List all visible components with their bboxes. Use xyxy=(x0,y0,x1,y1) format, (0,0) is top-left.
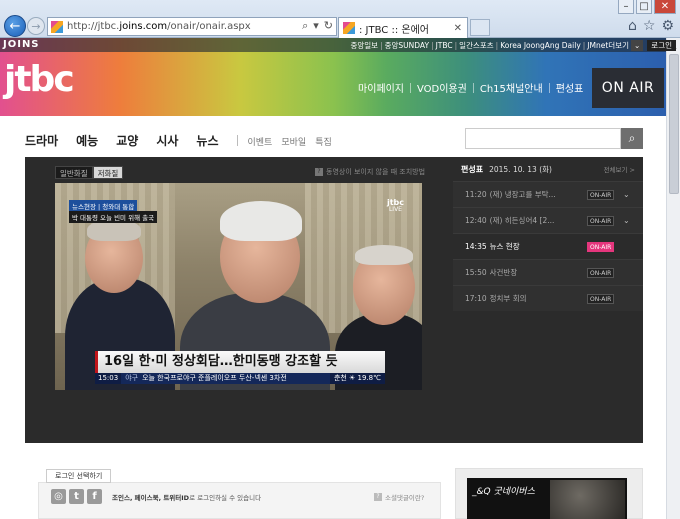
cat-culture[interactable]: 교양 xyxy=(116,132,138,149)
news-subtitle: 박 대통령 오늘 빈미 위해 출국 xyxy=(69,211,158,223)
onair-badge[interactable]: ON-AIR xyxy=(587,216,615,226)
nav-vod[interactable]: VOD이용권 xyxy=(417,80,467,95)
ad-image xyxy=(550,480,625,519)
quality-tabs: 일반화질 저화질 xyxy=(55,166,124,179)
back-arrow-icon[interactable]: ← xyxy=(4,15,26,37)
schedule-header: 편성표 2015. 10. 13 (화) 전체보기 > xyxy=(453,157,643,181)
ticker-category: 야구 xyxy=(125,374,139,382)
schedule-item-current[interactable]: 14:35 뉴스 현장 ON-AIR xyxy=(453,233,643,259)
social-comment-help[interactable]: ? 소셜댓글이란? xyxy=(374,492,424,502)
facebook-icon[interactable]: f xyxy=(87,489,102,504)
schedule-view-all[interactable]: 전체보기 > xyxy=(604,164,635,174)
favicon-icon xyxy=(51,20,63,33)
cat-drama[interactable]: 드라마 xyxy=(25,132,58,149)
video-player[interactable]: jtbc LIVE 뉴스현장 | 청와대 통합 박 대통령 오늘 빈미 위해 출국… xyxy=(55,183,422,390)
onair-badge[interactable]: ON-AIR xyxy=(587,294,615,304)
video-help-link[interactable]: ? 동영상이 보이지 않을 때 조치방법 xyxy=(315,167,425,177)
chevron-down-icon[interactable]: ⌄ xyxy=(623,190,630,199)
help-icon: ? xyxy=(315,168,323,176)
home-icon[interactable]: ⌂ xyxy=(628,18,637,34)
search-button[interactable]: ⌕ xyxy=(621,128,643,149)
minimize-icon[interactable]: – xyxy=(618,0,634,14)
search-icon[interactable]: ⌕ xyxy=(302,19,308,33)
joins-icon[interactable]: ◎ xyxy=(51,489,66,504)
tab-title: : JTBC :: 온에어 xyxy=(359,24,429,36)
news-ticker: 15:03 야구 오늘 한국프로야구 준플레이오프 두산-넥센 3차전 춘천 ☀… xyxy=(95,373,385,384)
login-button[interactable]: 로그인 xyxy=(647,39,676,51)
news-caption: 16일 한·미 정상회담…한미동맹 강조할 듯 xyxy=(95,351,385,373)
sns-login-buttons: ◎ t f xyxy=(51,489,102,504)
toplink-joongang[interactable]: 중앙일보 xyxy=(350,40,378,51)
ticker-weather: 춘천 ☀ 19.8℃ xyxy=(329,373,385,384)
person-middle-hair xyxy=(220,201,302,241)
schedule-item[interactable]: 17:10 정치부 회의 ON-AIR xyxy=(453,285,643,311)
star-icon[interactable]: ☆ xyxy=(643,18,656,34)
nav-divider xyxy=(236,135,238,146)
scroll-thumb[interactable] xyxy=(669,54,679,194)
ad-text: _&Q 굿네이버스 xyxy=(472,487,535,497)
browser-chrome: – □ ✕ ← → http://jtbc.joins.com/onair/on… xyxy=(0,0,680,38)
onair-live-badge[interactable]: ON-AIR xyxy=(587,242,615,252)
sns-login-text: 조인스, 페이스북, 트위터ID로 로그인하실 수 있습니다 xyxy=(112,494,262,502)
window-controls: – □ ✕ xyxy=(618,0,676,14)
cat-event[interactable]: 이벤트 xyxy=(248,135,273,148)
jtbc-watermark: jtbc LIVE xyxy=(386,198,404,213)
url-text: http://jtbc.joins.com/onair/onair.aspx xyxy=(67,21,251,32)
schedule-item[interactable]: 15:50 사건반장 ON-AIR xyxy=(453,259,643,285)
person-right-hair xyxy=(355,245,413,265)
chevron-down-icon[interactable]: ⌄ xyxy=(631,39,644,51)
family-site-links: 중앙일보 | 중앙SUNDAY | JTBC | 일간스포츠 | Korea Joong… xyxy=(350,38,676,52)
nav-channel[interactable]: Ch15채널안내 xyxy=(480,80,543,95)
refresh-icon[interactable]: ↻ xyxy=(324,19,333,33)
browser-tab[interactable]: : JTBC :: 온에어 ✕ xyxy=(338,17,468,38)
cat-variety[interactable]: 예능 xyxy=(76,132,98,149)
address-bar[interactable]: http://jtbc.joins.com/onair/onair.aspx ⌕… xyxy=(47,17,337,36)
help-icon: ? xyxy=(374,493,382,501)
joins-logo[interactable]: JOINS xyxy=(3,38,40,52)
maximize-icon[interactable]: □ xyxy=(636,0,652,14)
onair-badge[interactable]: ON-AIR xyxy=(587,268,615,278)
category-nav: 드라마 예능 교양 시사 뉴스 이벤트 모바일 특집 xyxy=(25,132,341,149)
toplink-ilgan[interactable]: 일간스포츠 xyxy=(459,40,494,51)
schedule-date: 2015. 10. 13 (화) xyxy=(489,164,552,174)
main-nav: 마이페이지 VOD이용권 Ch15채널안내 편성표 xyxy=(358,80,583,95)
ticker-text: 오늘 한국프로야구 준플레이오프 두산-넥센 3차전 xyxy=(142,374,287,382)
gear-icon[interactable]: ⚙ xyxy=(661,18,674,34)
ticker-time: 15:03 xyxy=(95,373,122,384)
toplink-jmnet[interactable]: JMnet더보기 xyxy=(587,40,629,51)
toplink-jtbc[interactable]: JTBC xyxy=(436,41,453,50)
onair-button[interactable]: ON AIR xyxy=(592,68,664,108)
dropdown-icon[interactable]: ▾ xyxy=(313,19,319,33)
search-input[interactable] xyxy=(465,128,621,149)
schedule-item[interactable]: 11:20 (재) 냉장고를 부탁... ON-AIR ⌄ xyxy=(453,181,643,207)
toplink-sunday[interactable]: 중앙SUNDAY xyxy=(385,40,429,51)
login-tooltip: 로그인 선택하기 xyxy=(46,469,112,483)
twitter-icon[interactable]: t xyxy=(69,489,84,504)
schedule-panel: 편성표 2015. 10. 13 (화) 전체보기 > 11:20 (재) 냉장… xyxy=(453,157,643,318)
cat-special[interactable]: 특집 xyxy=(315,135,332,148)
cat-mobile[interactable]: 모바일 xyxy=(281,135,306,148)
tab-low-quality[interactable]: 저화질 xyxy=(92,166,124,179)
onair-badge[interactable]: ON-AIR xyxy=(587,190,615,200)
cat-current[interactable]: 시사 xyxy=(156,132,178,149)
nav-schedule[interactable]: 편성표 xyxy=(556,80,584,95)
forward-arrow-icon[interactable]: → xyxy=(27,17,45,35)
tab-favicon-icon xyxy=(343,22,355,34)
cat-news[interactable]: 뉴스 xyxy=(196,132,218,149)
close-icon[interactable]: ✕ xyxy=(654,0,676,14)
jtbc-logo[interactable]: jtbc xyxy=(4,62,75,98)
schedule-item[interactable]: 12:40 (재) 히든싱어4 [2... ON-AIR ⌄ xyxy=(453,207,643,233)
tab-normal-quality[interactable]: 일반화질 xyxy=(55,166,93,179)
tab-close-icon[interactable]: ✕ xyxy=(454,23,462,34)
toplink-daily[interactable]: Korea JoongAng Daily xyxy=(500,41,581,50)
new-tab-button[interactable] xyxy=(470,19,490,36)
schedule-title: 편성표 xyxy=(461,164,484,174)
vertical-scrollbar[interactable]: ▲ xyxy=(666,38,680,519)
search-icon: ⌕ xyxy=(628,131,636,145)
nav-mypage[interactable]: 마이페이지 xyxy=(358,80,404,95)
chevron-down-icon[interactable]: ⌄ xyxy=(623,216,630,225)
